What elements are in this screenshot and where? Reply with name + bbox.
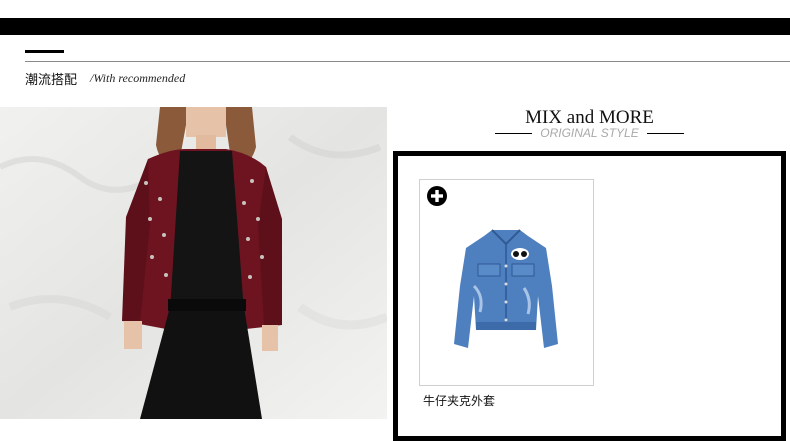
section-accent-line [25,50,64,53]
section-divider [25,61,790,62]
section-subtitle: /With recommended [90,71,186,85]
product-name[interactable]: 牛仔夹克外套 [423,392,495,409]
section-title: 潮流搭配 [25,73,78,88]
mix-left-line [495,133,532,134]
mix-subtitle: ORIGINAL STYLE [540,126,639,140]
model-photo [0,107,387,419]
product-card[interactable] [419,179,594,386]
plus-circle-icon[interactable] [427,186,447,206]
denim-jacket-image[interactable] [454,226,558,359]
model-photo-illustration [0,107,387,419]
top-black-bar [0,18,790,35]
mix-right-line [647,133,684,134]
